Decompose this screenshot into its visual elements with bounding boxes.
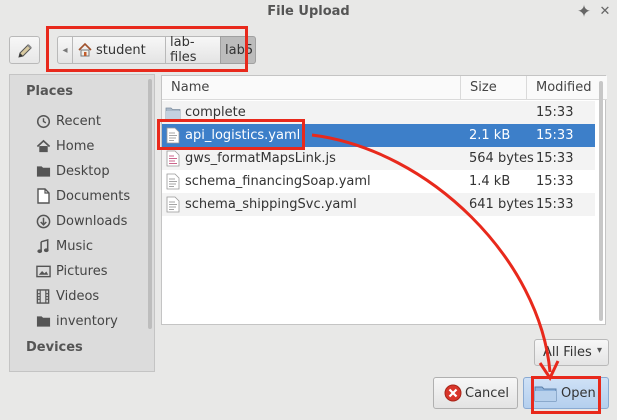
sidebar-item-inventory[interactable]: inventory — [35, 311, 118, 331]
text-file-icon — [166, 196, 180, 213]
file-row-gws-formatmapslink[interactable]: gws_formatMapsLink.js 564 bytes 15:33 — [162, 147, 595, 170]
folder-icon — [165, 107, 181, 120]
sidebar-item-documents[interactable]: Documents — [35, 186, 130, 206]
file-name: api_logistics.yaml — [185, 128, 301, 143]
sidebar-scrollbar[interactable] — [148, 79, 152, 329]
file-name: schema_shippingSvc.yaml — [185, 197, 357, 212]
file-name: gws_formatMapsLink.js — [185, 151, 336, 166]
file-size: 2.1 kB — [469, 128, 511, 143]
filter-label: All Files — [543, 345, 592, 360]
pin-icon[interactable]: ✦ — [575, 3, 593, 21]
document-icon — [35, 188, 51, 204]
file-modified: 15:33 — [536, 128, 574, 143]
file-row-schema-financingsoap[interactable]: schema_financingSoap.yaml 1.4 kB 15:33 — [162, 170, 595, 193]
devices-header: Devices — [26, 340, 83, 355]
sidebar-item-videos[interactable]: Videos — [35, 286, 99, 306]
cancel-label: Cancel — [465, 385, 510, 401]
download-icon — [35, 213, 51, 229]
folder-icon — [35, 313, 51, 329]
breadcrumb-back-button[interactable]: ◂ — [57, 36, 73, 64]
breadcrumb-item-student[interactable]: student — [72, 36, 166, 64]
sidebar-item-label: Recent — [56, 113, 101, 129]
clock-icon — [35, 113, 51, 129]
file-size: 641 bytes — [469, 197, 534, 212]
sidebar-item-label: Downloads — [56, 213, 128, 229]
file-row-schema-shippingsvc[interactable]: schema_shippingSvc.yaml 641 bytes 15:33 — [162, 193, 595, 216]
sidebar-item-label: Documents — [56, 188, 131, 204]
file-modified: 15:33 — [536, 197, 574, 212]
column-header-size[interactable]: Size — [460, 76, 526, 100]
music-note-icon — [35, 238, 51, 254]
file-size: 1.4 kB — [469, 174, 511, 189]
places-header: Places — [26, 84, 74, 99]
file-list: Name Size Modified complete 15:33 api_lo… — [161, 75, 607, 325]
breadcrumb-item-lab5[interactable]: lab5 — [220, 36, 256, 64]
sidebar-item-label: Pictures — [56, 263, 108, 279]
open-label: Open — [561, 385, 596, 401]
sidebar-item-music[interactable]: Music — [35, 236, 93, 256]
breadcrumb: ◂ student lab-files lab5 — [57, 35, 256, 65]
breadcrumb-item-lab-files[interactable]: lab-files — [165, 35, 221, 65]
picture-icon — [35, 263, 51, 279]
breadcrumb-label: student — [96, 42, 146, 58]
sidebar-item-label: Videos — [56, 288, 100, 304]
text-file-icon — [166, 127, 180, 144]
script-file-icon — [166, 150, 180, 167]
folder-icon — [35, 163, 51, 179]
close-icon[interactable]: ✕ — [596, 3, 614, 21]
open-button[interactable]: Open — [523, 377, 609, 409]
film-icon — [35, 288, 51, 304]
home-icon — [35, 138, 51, 154]
sidebar-item-label: inventory — [56, 313, 118, 329]
file-row-complete[interactable]: complete 15:33 — [162, 101, 595, 124]
sidebar-item-recent[interactable]: Recent — [35, 111, 101, 131]
type-location-button[interactable] — [9, 36, 40, 64]
sidebar-item-downloads[interactable]: Downloads — [35, 211, 127, 231]
places-sidebar: Places Recent Home Desktop Documents Dow… — [9, 74, 155, 372]
file-type-filter[interactable]: All Files ▾ — [534, 339, 609, 366]
chevron-down-icon: ▾ — [596, 345, 602, 356]
home-icon — [78, 42, 92, 57]
cancel-icon — [444, 384, 462, 402]
cancel-button[interactable]: Cancel — [433, 377, 518, 409]
file-modified: 15:33 — [536, 151, 574, 166]
folder-open-icon — [534, 386, 557, 402]
sidebar-item-pictures[interactable]: Pictures — [35, 261, 107, 281]
column-header-modified[interactable]: Modified — [526, 76, 607, 100]
file-list-scrollbar[interactable] — [599, 81, 603, 321]
sidebar-item-label: Music — [56, 238, 93, 254]
file-size: 564 bytes — [469, 151, 534, 166]
sidebar-item-label: Home — [56, 138, 95, 154]
file-modified: 15:33 — [536, 105, 574, 120]
sidebar-item-label: Desktop — [56, 163, 110, 179]
file-row-api-logistics[interactable]: api_logistics.yaml 2.1 kB 15:33 — [162, 124, 595, 147]
window-title: File Upload — [267, 4, 350, 19]
breadcrumb-label: lab-files — [170, 35, 197, 65]
file-list-header: Name Size Modified — [162, 76, 607, 100]
column-header-name[interactable]: Name — [162, 76, 460, 100]
breadcrumb-label: lab5 — [225, 42, 254, 58]
sidebar-item-desktop[interactable]: Desktop — [35, 161, 110, 181]
file-modified: 15:33 — [536, 174, 574, 189]
pencil-icon — [18, 44, 32, 58]
text-file-icon — [166, 173, 180, 190]
file-name: complete — [185, 105, 246, 120]
sidebar-item-home[interactable]: Home — [35, 136, 94, 156]
file-name: schema_financingSoap.yaml — [185, 174, 371, 189]
title-bar: File Upload ✦ ✕ — [0, 0, 617, 26]
